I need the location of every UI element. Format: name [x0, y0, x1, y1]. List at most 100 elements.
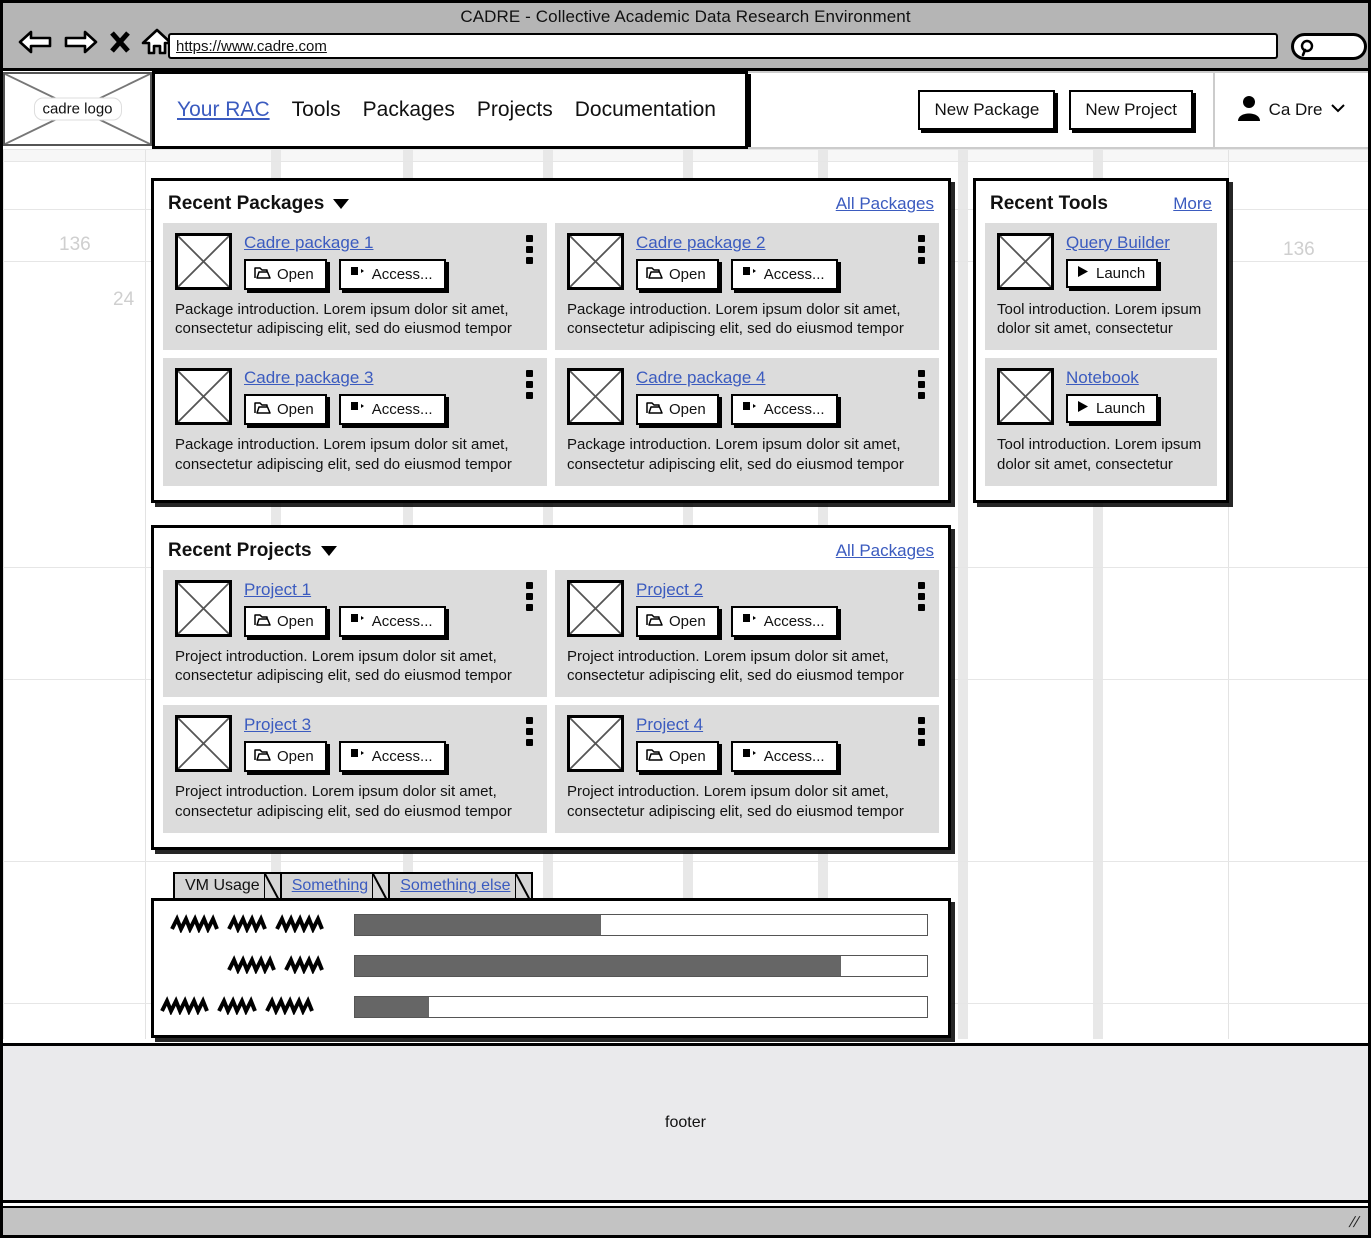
project-card[interactable]: Project 2 Open Access... Project introdu… [555, 570, 939, 698]
folder-open-icon [646, 748, 663, 766]
card-menu-icon[interactable] [526, 235, 533, 264]
card-menu-icon[interactable] [526, 582, 533, 611]
tool-description: Tool introduction. Lorem ipsum dolor sit… [997, 301, 1202, 338]
access-button[interactable]: Access... [338, 394, 446, 426]
access-label: Access... [763, 748, 825, 766]
nav-item-tools[interactable]: Tools [292, 98, 341, 122]
package-description: Package introduction. Lorem ipsum dolor … [175, 301, 512, 338]
card-menu-icon[interactable] [918, 370, 925, 400]
tab-vm-usage[interactable]: VM Usage [173, 872, 282, 902]
tool-title-link[interactable]: Notebook [1066, 368, 1139, 388]
package-card[interactable]: Cadre package 1 Open Access... Package i… [163, 223, 547, 351]
open-label: Open [669, 401, 706, 419]
project-thumbnail [175, 715, 232, 773]
project-card[interactable]: Project 1 Open Access... Project introdu… [163, 570, 547, 698]
vm-usage-bar-row [154, 949, 948, 983]
open-button[interactable]: Open [244, 394, 327, 426]
package-title-link[interactable]: Cadre package 1 [244, 233, 373, 253]
browser-chrome: CADRE - Collective Academic Data Researc… [3, 3, 1368, 71]
access-button[interactable]: Access... [338, 606, 446, 637]
open-button[interactable]: Open [636, 394, 719, 426]
all-projects-link[interactable]: All Packages [836, 541, 934, 561]
forward-arrow-icon[interactable] [63, 29, 99, 55]
package-card[interactable]: Cadre package 2 Open Access... Package i… [555, 223, 939, 351]
nav-item-your-rac[interactable]: Your RAC [177, 98, 270, 122]
package-card[interactable]: Cadre package 4 Open Access... Package i… [555, 358, 939, 486]
tool-card[interactable]: Notebook Launch Tool introduction. Lorem… [985, 358, 1217, 486]
back-arrow-icon[interactable] [17, 29, 53, 55]
new-package-button[interactable]: New Package [918, 90, 1056, 130]
package-card[interactable]: Cadre package 3 Open Access... Package i… [163, 358, 547, 486]
folder-open-icon [646, 401, 663, 419]
resize-grip-icon[interactable]: // [1347, 1214, 1361, 1231]
access-button[interactable]: Access... [730, 741, 838, 773]
all-packages-link[interactable]: All Packages [836, 194, 934, 214]
open-button[interactable]: Open [636, 606, 719, 637]
close-x-icon[interactable] [109, 29, 131, 55]
open-button[interactable]: Open [636, 259, 719, 290]
browser-title: CADRE - Collective Academic Data Researc… [460, 7, 911, 26]
card-menu-icon[interactable] [918, 717, 925, 747]
placeholder-x-icon [570, 583, 621, 634]
tab-something-else[interactable]: Something else [388, 872, 533, 902]
access-button[interactable]: Access... [730, 394, 838, 426]
tool-card[interactable]: Query Builder Launch Tool introduction. … [985, 223, 1217, 351]
more-tools-link[interactable]: More [1173, 194, 1212, 214]
project-title-link[interactable]: Project 1 [244, 580, 311, 600]
recent-projects-title-group[interactable]: Recent Projects [168, 540, 337, 562]
folder-open-icon [646, 613, 663, 631]
open-button[interactable]: Open [636, 741, 719, 773]
nav-item-documentation[interactable]: Documentation [575, 98, 716, 122]
placeholder-x-icon [1000, 371, 1051, 423]
project-card[interactable]: Project 3 Open Access... Project introdu… [163, 705, 547, 833]
launch-button[interactable]: Launch [1066, 259, 1159, 288]
browser-search-box[interactable] [1291, 33, 1367, 60]
package-title-link[interactable]: Cadre package 2 [636, 233, 765, 253]
recent-tools-title-text: Recent Tools [990, 193, 1108, 214]
url-text: https://www.cadre.com [176, 38, 327, 55]
package-title-link[interactable]: Cadre package 4 [636, 368, 765, 388]
access-button[interactable]: Access... [730, 259, 838, 290]
package-title-link[interactable]: Cadre package 3 [244, 368, 373, 388]
project-description: Project introduction. Lorem ipsum dolor … [567, 648, 904, 685]
card-menu-icon[interactable] [918, 235, 925, 264]
placeholder-x-icon [570, 718, 621, 770]
card-menu-icon[interactable] [918, 582, 925, 611]
vm-tab-bar: VM Usage Something Something else [173, 872, 533, 902]
access-button[interactable]: Access... [730, 606, 838, 637]
placeholder-x-icon [178, 583, 229, 634]
tool-title-link[interactable]: Query Builder [1066, 233, 1170, 253]
folder-open-icon [254, 613, 271, 631]
project-title-link[interactable]: Project 3 [244, 715, 311, 735]
url-bar[interactable]: https://www.cadre.com [168, 33, 1278, 59]
chevron-down-icon[interactable] [333, 199, 350, 209]
chevron-down-icon[interactable] [320, 546, 337, 556]
new-project-button[interactable]: New Project [1069, 90, 1193, 130]
project-card[interactable]: Project 4 Open Access... Project introdu… [555, 705, 939, 833]
nav-item-projects[interactable]: Projects [477, 98, 553, 122]
plug-icon [349, 747, 366, 766]
access-button[interactable]: Access... [338, 741, 446, 773]
nav-item-packages[interactable]: Packages [363, 98, 455, 122]
launch-button[interactable]: Launch [1066, 394, 1159, 424]
open-button[interactable]: Open [244, 259, 327, 290]
project-description: Project introduction. Lorem ipsum dolor … [175, 648, 512, 685]
card-menu-icon[interactable] [526, 717, 533, 747]
project-title-link[interactable]: Project 4 [636, 715, 703, 735]
access-label: Access... [763, 401, 825, 419]
plug-icon [741, 747, 758, 766]
open-button[interactable]: Open [244, 741, 327, 773]
access-label: Access... [371, 266, 433, 283]
header-divider-strip [3, 149, 1368, 161]
open-button[interactable]: Open [244, 606, 327, 637]
recent-packages-title-group[interactable]: Recent Packages [168, 193, 350, 215]
browser-nav-icons [17, 28, 173, 56]
logo[interactable]: cadre logo [3, 72, 152, 146]
packages-card-grid: Cadre package 1 Open Access... Package i… [154, 223, 948, 496]
access-button[interactable]: Access... [338, 259, 446, 290]
user-menu[interactable]: Ca Dre [1213, 71, 1368, 149]
project-title-link[interactable]: Project 2 [636, 580, 703, 600]
card-menu-icon[interactable] [526, 370, 533, 400]
tab-something[interactable]: Something [279, 872, 391, 902]
recent-tools-title: Recent Tools [990, 193, 1108, 215]
